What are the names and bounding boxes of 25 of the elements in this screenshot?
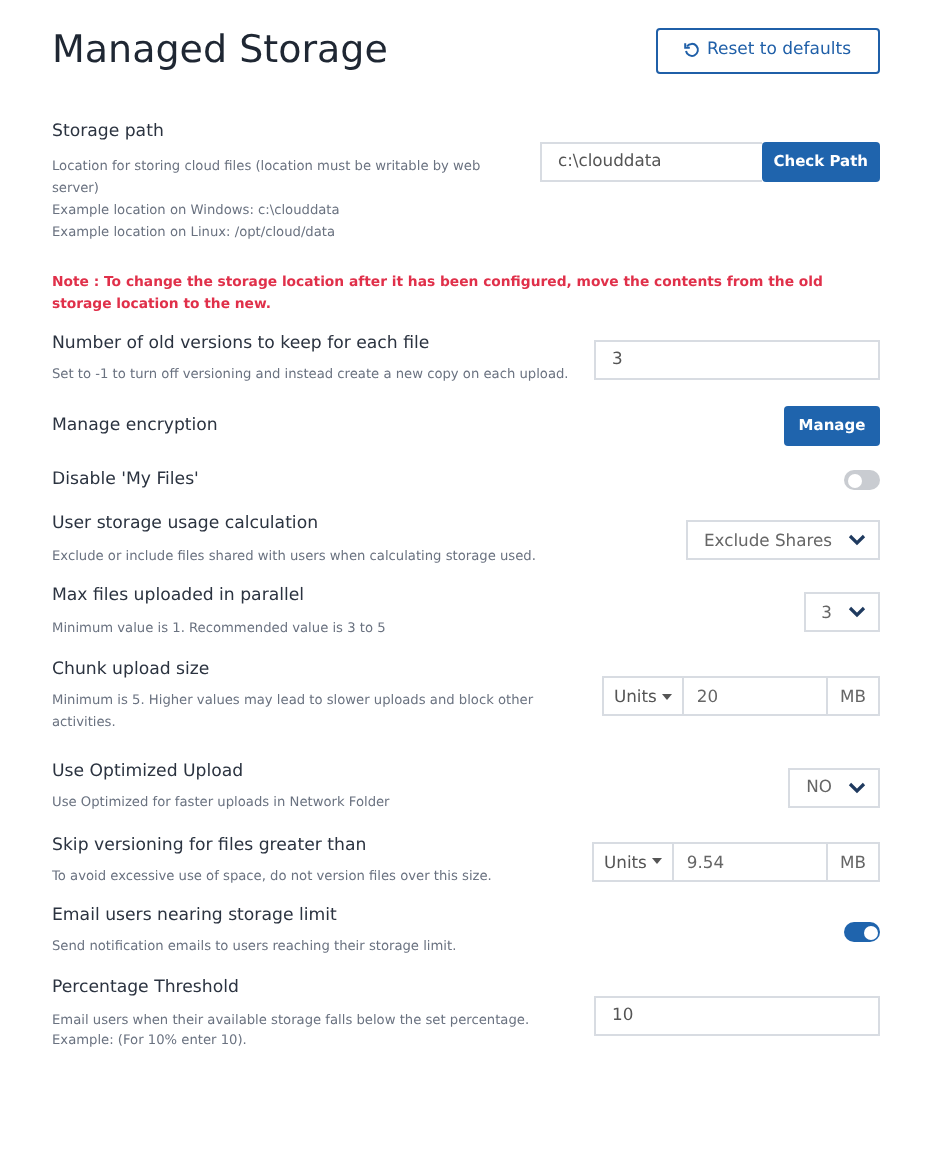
setting-label: Number of old versions to keep for each file [52,333,432,355]
setting-label: Max files uploaded in parallel [52,586,307,608]
setting-label: User storage usage calculation [52,514,321,536]
toggle-switch[interactable] [844,922,880,943]
dropdown[interactable]: NO [788,767,880,808]
setting-label: Percentage Threshold [52,978,241,1000]
path-field[interactable]: c:\clouddata [540,141,762,182]
dropdown[interactable]: Exclude Shares [685,520,880,561]
page-title: Managed Storage [52,28,388,74]
setting-label: Manage encryption [52,415,218,437]
reset-button[interactable]: Reset to defaults [656,28,880,74]
number-field[interactable]: 3 [594,339,880,380]
chevron-down-icon [848,534,866,547]
chevron-down-icon [848,606,866,619]
setting-label: Skip versioning for files greater than [52,835,369,857]
number-field[interactable]: 10 [594,995,880,1036]
setting-label: Chunk upload size [52,659,212,680]
setting-label: Use Optimized Upload [52,761,246,782]
chevron-down-icon [848,781,866,794]
setting-label: Storage path [52,121,166,143]
setting-label: Disable 'My Files' [52,469,199,491]
dropdown[interactable]: 3 [803,592,880,633]
setting-label: Email users nearing storage limit [52,906,339,927]
toggle-switch[interactable] [844,470,880,491]
reset-icon [684,42,701,59]
